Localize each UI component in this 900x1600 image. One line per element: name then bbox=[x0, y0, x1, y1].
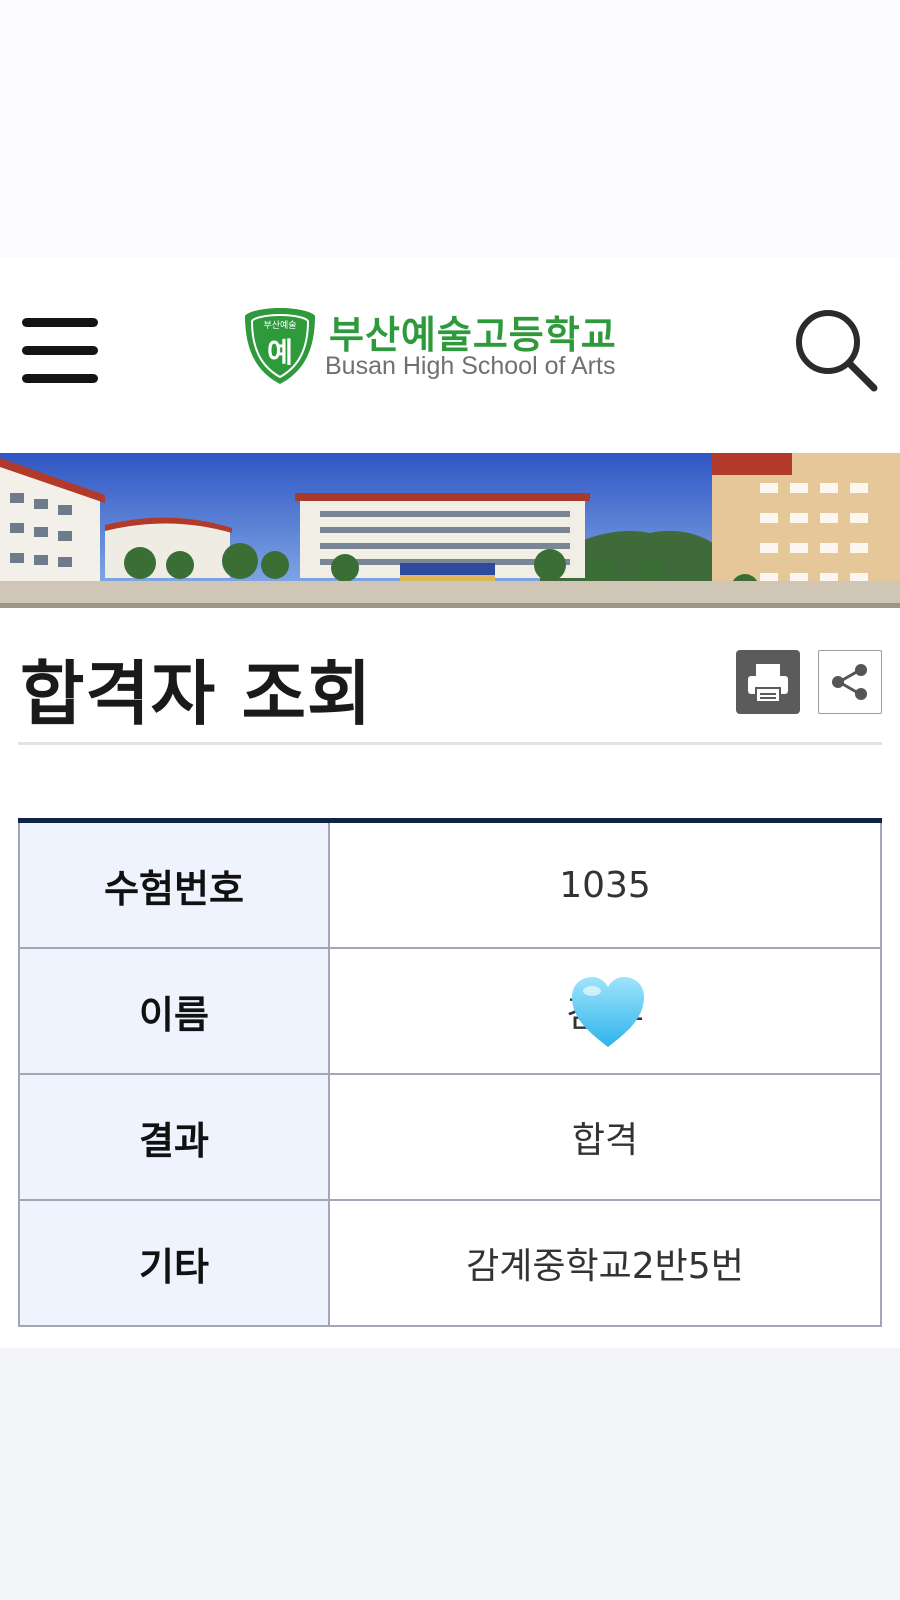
row-label: 결과 bbox=[18, 1075, 330, 1199]
table-row: 기타 감계중학교2반5번 bbox=[18, 1201, 882, 1327]
table-row: 이름 김 후 bbox=[18, 949, 882, 1075]
row-label: 수험번호 bbox=[18, 823, 330, 947]
row-value: 1035 bbox=[330, 823, 882, 947]
table-row: 결과 합격 bbox=[18, 1075, 882, 1201]
status-blank-area bbox=[0, 0, 900, 258]
school-name-korean: 부산예술고등학교 bbox=[329, 313, 617, 357]
name-cell: 김 후 bbox=[330, 949, 882, 1073]
content-area: 합격자 조회 수험번호 1035 이름 김 후 bbox=[0, 608, 900, 1348]
school-logo[interactable]: 부산예술 예 부산예술고등학교 Busan High School of Art… bbox=[243, 306, 663, 392]
row-label: 기타 bbox=[18, 1201, 330, 1325]
light-blue-heart-emoji bbox=[572, 977, 644, 1047]
printer-icon bbox=[748, 664, 788, 703]
print-button[interactable] bbox=[736, 650, 800, 714]
hamburger-menu-icon[interactable] bbox=[22, 318, 98, 384]
school-building-banner bbox=[0, 453, 900, 608]
result-table: 수험번호 1035 이름 김 후 결과 bbox=[18, 818, 882, 1327]
footer-background bbox=[0, 1348, 900, 1600]
school-emblem-icon: 부산예술 예 bbox=[245, 308, 315, 384]
svg-text:부산예술: 부산예술 bbox=[263, 320, 296, 331]
magnifier-icon[interactable] bbox=[794, 308, 880, 394]
row-value: 감계중학교2반5번 bbox=[330, 1201, 882, 1325]
row-label: 이름 bbox=[18, 949, 330, 1073]
share-icon bbox=[832, 664, 867, 700]
title-divider bbox=[18, 742, 882, 745]
share-button[interactable] bbox=[818, 650, 882, 714]
row-value: 합격 bbox=[330, 1075, 882, 1199]
school-name-english: Busan High School of Arts bbox=[325, 352, 616, 380]
svg-text:예: 예 bbox=[267, 336, 293, 369]
site-header: 부산예술 예 부산예술고등학교 Busan High School of Art… bbox=[0, 258, 900, 453]
table-row: 수험번호 1035 bbox=[18, 823, 882, 949]
page-title: 합격자 조회 bbox=[20, 653, 373, 735]
